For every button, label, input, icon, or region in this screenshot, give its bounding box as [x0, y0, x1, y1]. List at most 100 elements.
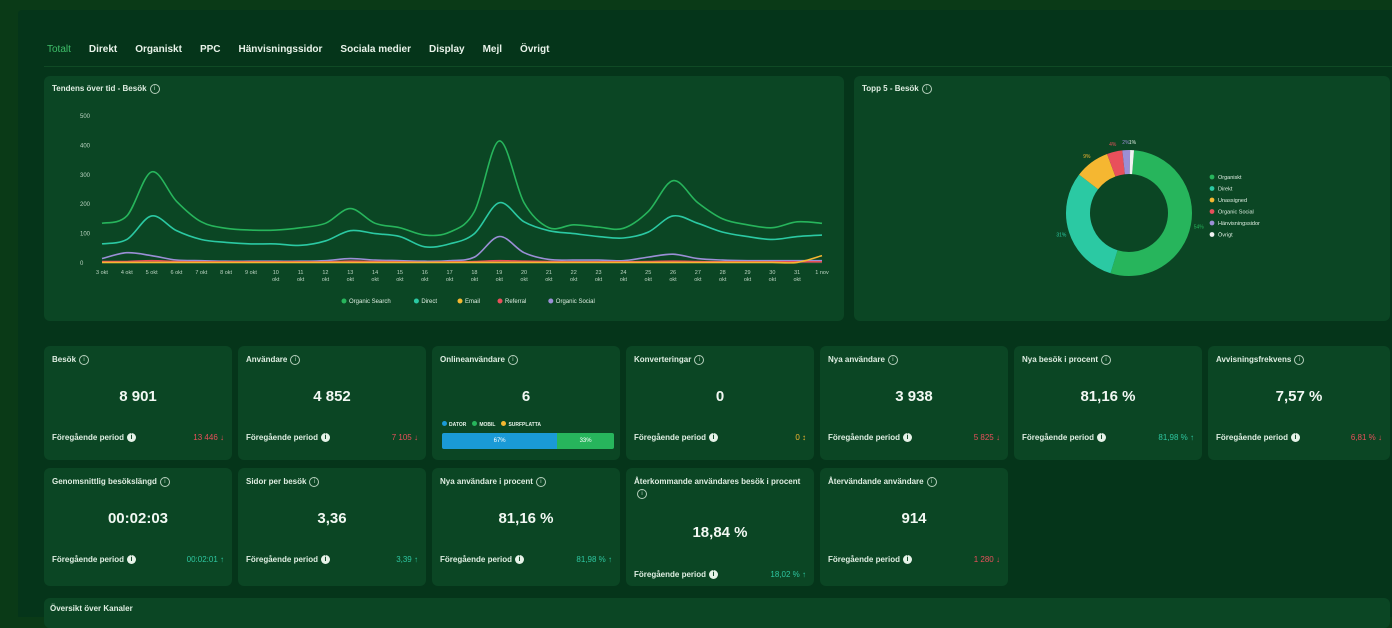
previous-value: 00:02:01 ↑ [187, 555, 224, 564]
x-tick-label-sub: okt [347, 277, 355, 283]
info-icon[interactable]: i [927, 477, 937, 487]
card-konverteringar[interactable]: Konverteringari 0 Föregående periodi0 ↕ [626, 346, 814, 460]
info-icon[interactable]: i [1294, 355, 1304, 365]
info-icon[interactable]: i [536, 477, 546, 487]
info-icon[interactable]: i [508, 355, 518, 365]
info-icon[interactable]: i [903, 433, 912, 442]
card-nya-anvandare[interactable]: Nya användarei 3 938 Föregående periodi5… [820, 346, 1008, 460]
card-besok[interactable]: Besöki 8 901 Föregående periodi13 446 ↓ [44, 346, 232, 460]
x-tick-label-sub: okt [570, 277, 578, 283]
card-footer: Föregående periodi7 105 ↓ [246, 433, 418, 442]
card-avvisningsfrekvens[interactable]: Avvisningsfrekvensi 7,57 % Föregående pe… [1208, 346, 1390, 460]
legend-marker [548, 299, 553, 304]
card-anvandare[interactable]: Användarei 4 852 Föregående periodi7 105… [238, 346, 426, 460]
info-icon[interactable]: i [321, 555, 330, 564]
card-value: 3,36 [238, 510, 426, 527]
donut-label-ovrigt: 1% [1129, 140, 1137, 146]
card-genomsnittlig-besokslangd[interactable]: Genomsnittlig besökslängdi 00:02:03 Före… [44, 468, 232, 586]
tab-mejl[interactable]: Mejl [483, 44, 502, 55]
info-icon[interactable]: i [309, 477, 319, 487]
x-tick-label: 9 okt [245, 270, 257, 276]
card-footer: Föregående periodi18,02 % ↑ [634, 570, 806, 579]
info-icon[interactable]: i [127, 433, 136, 442]
tab-hanvisningssidor[interactable]: Hänvisningssidor [239, 44, 323, 55]
arrow-neutral-icon: ↕ [802, 433, 806, 442]
legend-marker [1210, 198, 1215, 203]
tab-display[interactable]: Display [429, 44, 465, 55]
channel-tabs: Totalt Direkt Organiskt PPC Hänvisningss… [47, 44, 550, 55]
legend-label: Organiskt [1218, 175, 1242, 181]
legend-marker [458, 299, 463, 304]
x-tick-label: 8 okt [220, 270, 232, 276]
x-tick-label: 12 [322, 270, 328, 276]
donut-label-organiskt: 54% [1194, 224, 1205, 230]
legend-marker [1210, 232, 1215, 237]
legend-label: Email [465, 299, 480, 305]
card-nya-besok-procent[interactable]: Nya besök i procenti 81,16 % Föregående … [1014, 346, 1202, 460]
donut-slice-unassigned [1089, 165, 1112, 182]
card-atervandande-anvandare[interactable]: Återvändande användarei 914 Föregående p… [820, 468, 1008, 586]
card-footer: Föregående periodi81,98 % ↑ [1022, 433, 1194, 442]
info-icon[interactable]: i [1101, 355, 1111, 365]
info-icon[interactable]: i [160, 477, 170, 487]
x-tick-label-sub: okt [545, 277, 553, 283]
info-icon[interactable]: i [127, 555, 136, 564]
x-tick-label-sub: okt [421, 277, 429, 283]
info-icon[interactable]: i [709, 433, 718, 442]
x-tick-label-sub: okt [322, 277, 330, 283]
card-value: 00:02:03 [44, 510, 232, 527]
info-icon[interactable]: i [515, 555, 524, 564]
tab-sociala-medier[interactable]: Sociala medier [340, 44, 411, 55]
info-icon[interactable]: i [321, 433, 330, 442]
tab-direkt[interactable]: Direkt [89, 44, 117, 55]
tab-organiskt[interactable]: Organiskt [135, 44, 182, 55]
legend-marker [414, 299, 419, 304]
previous-value: 81,98 % ↑ [1158, 433, 1194, 442]
x-tick-label: 20 [521, 270, 527, 276]
top5-donut-chart: 54%31%9%4%2%1%OrganisktDirektUnassignedO… [854, 76, 1390, 321]
arrow-down-icon: ↓ [996, 555, 1000, 564]
card-title: Nya användare i procenti [440, 476, 612, 488]
x-tick-label-sub: okt [297, 277, 305, 283]
info-icon[interactable]: i [79, 355, 89, 365]
card-nya-anvandare-procent[interactable]: Nya användare i procenti 81,16 % Föregåe… [432, 468, 620, 586]
info-icon[interactable]: i [903, 555, 912, 564]
legend-surfplatta: SURFPLATTA [501, 421, 541, 428]
info-icon[interactable]: i [290, 355, 300, 365]
card-footer: Föregående periodi81,98 % ↑ [440, 555, 612, 564]
x-tick-label: 5 okt [146, 270, 158, 276]
info-icon[interactable]: i [709, 570, 718, 579]
x-tick-label: 13 [347, 270, 353, 276]
tab-ovrigt[interactable]: Övrigt [520, 44, 549, 55]
info-icon[interactable]: i [637, 489, 647, 499]
dator-segment: 67% [442, 433, 557, 449]
card-title: Besöki [52, 354, 224, 366]
card-footer: Föregående periodi5 825 ↓ [828, 433, 1000, 442]
tab-divider [44, 66, 1392, 67]
x-tick-label: 22 [571, 270, 577, 276]
x-tick-label-sub: okt [669, 277, 677, 283]
card-aterkommande-besok-procent[interactable]: Återkommande användares besök i procenti… [626, 468, 814, 586]
info-icon[interactable]: i [1291, 433, 1300, 442]
card-sidor-per-besok[interactable]: Sidor per besöki 3,36 Föregående periodi… [238, 468, 426, 586]
arrow-up-icon: ↑ [608, 555, 612, 564]
card-footer: Föregående periodi13 446 ↓ [52, 433, 224, 442]
info-icon[interactable]: i [1097, 433, 1106, 442]
card-onlineanvandare[interactable]: Onlineanvändarei 6 DATOR MOBIL SURFPLATT… [432, 346, 620, 460]
x-tick-label: 27 [695, 270, 701, 276]
x-tick-label-sub: okt [371, 277, 379, 283]
x-tick-label: 25 [645, 270, 651, 276]
card-title: Nya användarei [828, 354, 1000, 366]
card-footer: Föregående periodi00:02:01 ↑ [52, 555, 224, 564]
arrow-down-icon: ↓ [414, 433, 418, 442]
previous-value: 6,81 % ↓ [1351, 433, 1382, 442]
card-title: Sidor per besöki [246, 476, 418, 488]
card-value: 914 [820, 510, 1008, 527]
info-icon[interactable]: i [888, 355, 898, 365]
legend-label: Direct [421, 299, 437, 305]
arrow-up-icon: ↑ [802, 570, 806, 579]
info-icon[interactable]: i [694, 355, 704, 365]
tab-ppc[interactable]: PPC [200, 44, 221, 55]
tab-totalt[interactable]: Totalt [47, 44, 71, 55]
legend-marker [342, 299, 347, 304]
